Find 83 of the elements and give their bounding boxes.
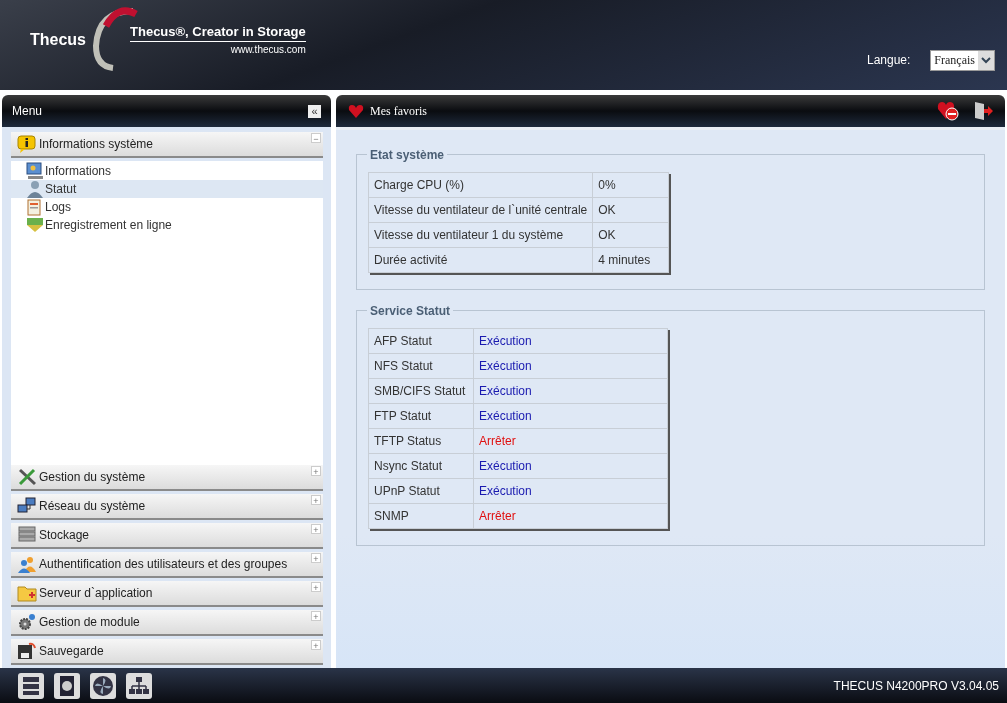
expand-toggle[interactable]: − (311, 133, 321, 143)
info-icon (17, 135, 37, 153)
monitor-icon (25, 162, 45, 180)
expand-toggle[interactable]: + (311, 495, 321, 505)
menu-item[interactable]: Informations (11, 162, 323, 180)
gear-icon (17, 613, 37, 631)
table-cell: AFP Statut (368, 328, 474, 354)
menu-section-label: Gestion de module (39, 614, 140, 631)
folder-icon (17, 584, 37, 602)
remove-favorite-icon[interactable] (937, 101, 959, 121)
menu-section-label: Stockage (39, 527, 90, 544)
status-value: Exécution (473, 403, 668, 429)
logo: Thecus (30, 30, 86, 50)
network-icon (17, 497, 37, 515)
status-value: Exécution (473, 378, 668, 404)
menu-item[interactable]: Statut (11, 180, 323, 198)
status-value: Exécution (473, 353, 668, 379)
table-cell: SNMP (368, 503, 474, 529)
status-value: Exécution (473, 453, 668, 479)
expand-toggle[interactable]: + (311, 582, 321, 592)
tools-icon (17, 468, 37, 486)
menu-section-header[interactable]: Stockage + (11, 523, 323, 549)
menu-section-header[interactable]: Serveur d`application + (11, 581, 323, 607)
menu-item-label: Statut (45, 181, 77, 198)
menu-item-label: Enregistrement en ligne (45, 217, 172, 234)
user-icon (25, 180, 45, 198)
menu-section-label: Réseau du système (39, 498, 146, 515)
expand-toggle[interactable]: + (311, 524, 321, 534)
table-cell: Vitesse du ventilateur 1 du système (368, 222, 593, 248)
users-icon (17, 555, 37, 573)
tagline: Thecus®, Creator in Storage (130, 23, 306, 42)
table-cell: OK (592, 197, 669, 223)
expand-toggle[interactable]: + (311, 611, 321, 621)
status-value: Exécution (473, 478, 668, 504)
menu-item-label: Informations (45, 163, 112, 180)
menu-item[interactable]: Enregistrement en ligne (11, 216, 323, 234)
menu-section-label: Gestion du système (39, 469, 146, 486)
status-value: Arrêter (473, 428, 668, 454)
floppy-icon (17, 642, 37, 660)
menu-item[interactable]: Logs (11, 198, 323, 216)
logout-icon[interactable] (973, 101, 993, 121)
language-select[interactable]: Français (930, 49, 995, 71)
table-cell: OK (592, 222, 669, 248)
heart-icon (348, 103, 364, 119)
expand-toggle[interactable]: + (311, 466, 321, 476)
menu-title: Menu (12, 103, 43, 120)
status-value: Exécution (473, 328, 668, 354)
table-cell: Charge CPU (%) (368, 172, 593, 198)
menu-section-label: Informations système (39, 136, 154, 153)
menu-section-header[interactable]: Sauvegarde + (11, 639, 323, 665)
collapse-button[interactable]: « (308, 104, 321, 118)
table-cell: Vitesse du ventilateur de l`unité centrale (368, 197, 593, 223)
table-cell: TFTP Status (368, 428, 474, 454)
table-cell: 4 minutes (592, 247, 669, 273)
expand-toggle[interactable]: + (311, 640, 321, 650)
website-url: www.thecus.com (230, 43, 306, 57)
table-cell: FTP Statut (368, 403, 474, 429)
expand-toggle[interactable]: + (311, 553, 321, 563)
language-label: Langue: (866, 52, 911, 69)
status-value: Arrêter (473, 503, 668, 529)
fan-status-icon[interactable] (90, 672, 116, 699)
table-cell: SMB/CIFS Statut (368, 378, 474, 404)
model-version: THECUS N4200PRO V3.04.05 (833, 677, 999, 695)
table-cell: Nsync Statut (368, 453, 474, 479)
menu-section-header[interactable]: Gestion du système + (11, 465, 323, 491)
table-cell: 0% (592, 172, 669, 198)
network-status-icon[interactable] (126, 672, 152, 699)
menu-section-header[interactable]: Gestion de module + (11, 610, 323, 636)
menu-section-label: Authentification des utilisateurs et des groupes (39, 556, 288, 573)
menu-section-header[interactable]: Authentification des utilisateurs et des groupes + (11, 552, 323, 578)
disk-status-icon[interactable] (54, 672, 80, 699)
menu-section-label: Sauvegarde (39, 643, 104, 660)
table-cell: NFS Statut (368, 353, 474, 379)
favorites-title: Mes favoris (370, 103, 427, 120)
menu-section-header[interactable]: Réseau du système + (11, 494, 323, 520)
menu-section-header[interactable]: Informations système − (11, 132, 323, 158)
menu-item-label: Logs (45, 199, 72, 216)
table-cell: UPnP Statut (368, 478, 474, 504)
dropdown-icon (978, 50, 994, 70)
table-cell: Durée activité (368, 247, 593, 273)
server-status-icon[interactable] (18, 672, 44, 699)
server-icon (17, 526, 37, 544)
menu-section-label: Serveur d`application (39, 585, 153, 602)
